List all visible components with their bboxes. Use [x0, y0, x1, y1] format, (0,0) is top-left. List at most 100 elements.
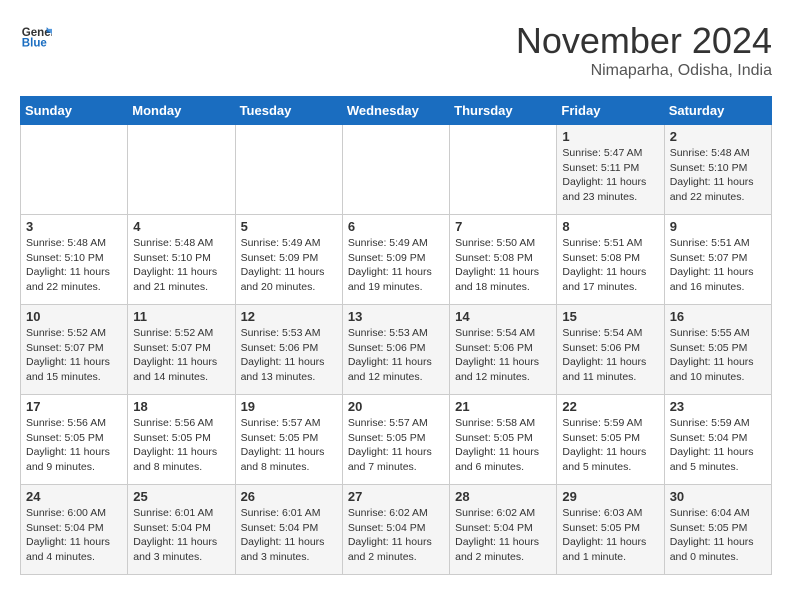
cell-sunrise-info: Sunrise: 5:52 AM Sunset: 5:07 PM Dayligh…: [26, 326, 122, 385]
cell-sunrise-info: Sunrise: 5:51 AM Sunset: 5:07 PM Dayligh…: [670, 236, 766, 295]
calendar-week-row: 1 Sunrise: 5:47 AM Sunset: 5:11 PM Daylig…: [21, 125, 772, 215]
month-title: November 2024: [516, 20, 772, 62]
weekday-row: SundayMondayTuesdayWednesdayThursdayFrid…: [21, 97, 772, 125]
calendar-week-row: 17 Sunrise: 5:56 AM Sunset: 5:05 PM Dayli…: [21, 395, 772, 485]
day-number: 24: [26, 489, 122, 504]
calendar-cell: 26 Sunrise: 6:01 AM Sunset: 5:04 PM Dayli…: [235, 485, 342, 575]
calendar-cell: 14 Sunrise: 5:54 AM Sunset: 5:06 PM Dayli…: [450, 305, 557, 395]
day-number: 2: [670, 129, 766, 144]
weekday-header: Tuesday: [235, 97, 342, 125]
page-header: General Blue November 2024 Nimaparha, Od…: [20, 20, 772, 80]
weekday-header: Thursday: [450, 97, 557, 125]
calendar-cell: 24 Sunrise: 6:00 AM Sunset: 5:04 PM Dayli…: [21, 485, 128, 575]
cell-sunrise-info: Sunrise: 5:56 AM Sunset: 5:05 PM Dayligh…: [26, 416, 122, 475]
calendar-cell: 9 Sunrise: 5:51 AM Sunset: 5:07 PM Daylig…: [664, 215, 771, 305]
title-block: November 2024 Nimaparha, Odisha, India: [516, 20, 772, 80]
calendar-cell: 16Sunrise: 5:55 AM Sunset: 5:05 PM Dayli…: [664, 305, 771, 395]
calendar-week-row: 24 Sunrise: 6:00 AM Sunset: 5:04 PM Dayli…: [21, 485, 772, 575]
day-number: 7: [455, 219, 551, 234]
cell-sunrise-info: Sunrise: 5:51 AM Sunset: 5:08 PM Dayligh…: [562, 236, 658, 295]
calendar-cell: 21 Sunrise: 5:58 AM Sunset: 5:05 PM Dayli…: [450, 395, 557, 485]
day-number: 28: [455, 489, 551, 504]
day-number: 6: [348, 219, 444, 234]
calendar-cell: 7 Sunrise: 5:50 AM Sunset: 5:08 PM Daylig…: [450, 215, 557, 305]
calendar-cell: 29Sunrise: 6:03 AM Sunset: 5:05 PM Dayli…: [557, 485, 664, 575]
day-number: 8: [562, 219, 658, 234]
calendar-cell: [21, 125, 128, 215]
day-number: 4: [133, 219, 229, 234]
cell-sunrise-info: Sunrise: 5:53 AM Sunset: 5:06 PM Dayligh…: [241, 326, 337, 385]
cell-sunrise-info: Sunrise: 5:52 AM Sunset: 5:07 PM Dayligh…: [133, 326, 229, 385]
cell-sunrise-info: Sunrise: 6:02 AM Sunset: 5:04 PM Dayligh…: [455, 506, 551, 565]
cell-sunrise-info: Sunrise: 5:49 AM Sunset: 5:09 PM Dayligh…: [348, 236, 444, 295]
svg-text:Blue: Blue: [22, 38, 48, 50]
location: Nimaparha, Odisha, India: [516, 62, 772, 80]
cell-sunrise-info: Sunrise: 6:04 AM Sunset: 5:05 PM Dayligh…: [670, 506, 766, 565]
calendar-cell: 22Sunrise: 5:59 AM Sunset: 5:05 PM Dayli…: [557, 395, 664, 485]
day-number: 17: [26, 399, 122, 414]
weekday-header: Friday: [557, 97, 664, 125]
weekday-header: Sunday: [21, 97, 128, 125]
calendar-cell: 12Sunrise: 5:53 AM Sunset: 5:06 PM Dayli…: [235, 305, 342, 395]
calendar-cell: 13 Sunrise: 5:53 AM Sunset: 5:06 PM Dayli…: [342, 305, 449, 395]
weekday-header: Saturday: [664, 97, 771, 125]
day-number: 25: [133, 489, 229, 504]
day-number: 26: [241, 489, 337, 504]
cell-sunrise-info: Sunrise: 5:54 AM Sunset: 5:06 PM Dayligh…: [562, 326, 658, 385]
cell-sunrise-info: Sunrise: 5:59 AM Sunset: 5:04 PM Dayligh…: [670, 416, 766, 475]
calendar-cell: 27 Sunrise: 6:02 AM Sunset: 5:04 PM Dayli…: [342, 485, 449, 575]
day-number: 3: [26, 219, 122, 234]
cell-sunrise-info: Sunrise: 5:48 AM Sunset: 5:10 PM Dayligh…: [670, 146, 766, 205]
calendar-cell: 11Sunrise: 5:52 AM Sunset: 5:07 PM Dayli…: [128, 305, 235, 395]
calendar-cell: [450, 125, 557, 215]
logo: General Blue: [20, 20, 52, 52]
calendar-header: SundayMondayTuesdayWednesdayThursdayFrid…: [21, 97, 772, 125]
calendar-cell: 30 Sunrise: 6:04 AM Sunset: 5:05 PM Dayli…: [664, 485, 771, 575]
day-number: 20: [348, 399, 444, 414]
day-number: 29: [562, 489, 658, 504]
cell-sunrise-info: Sunrise: 5:58 AM Sunset: 5:05 PM Dayligh…: [455, 416, 551, 475]
cell-sunrise-info: Sunrise: 6:02 AM Sunset: 5:04 PM Dayligh…: [348, 506, 444, 565]
cell-sunrise-info: Sunrise: 5:57 AM Sunset: 5:05 PM Dayligh…: [348, 416, 444, 475]
cell-sunrise-info: Sunrise: 5:55 AM Sunset: 5:05 PM Dayligh…: [670, 326, 766, 385]
calendar-cell: 17 Sunrise: 5:56 AM Sunset: 5:05 PM Dayli…: [21, 395, 128, 485]
day-number: 30: [670, 489, 766, 504]
calendar-cell: 2 Sunrise: 5:48 AM Sunset: 5:10 PM Daylig…: [664, 125, 771, 215]
cell-sunrise-info: Sunrise: 6:00 AM Sunset: 5:04 PM Dayligh…: [26, 506, 122, 565]
day-number: 18: [133, 399, 229, 414]
cell-sunrise-info: Sunrise: 5:54 AM Sunset: 5:06 PM Dayligh…: [455, 326, 551, 385]
cell-sunrise-info: Sunrise: 6:01 AM Sunset: 5:04 PM Dayligh…: [133, 506, 229, 565]
cell-sunrise-info: Sunrise: 5:50 AM Sunset: 5:08 PM Dayligh…: [455, 236, 551, 295]
calendar-cell: 18Sunrise: 5:56 AM Sunset: 5:05 PM Dayli…: [128, 395, 235, 485]
weekday-header: Monday: [128, 97, 235, 125]
day-number: 13: [348, 309, 444, 324]
calendar-cell: 4 Sunrise: 5:48 AM Sunset: 5:10 PM Daylig…: [128, 215, 235, 305]
day-number: 5: [241, 219, 337, 234]
cell-sunrise-info: Sunrise: 5:48 AM Sunset: 5:10 PM Dayligh…: [133, 236, 229, 295]
calendar-cell: 5 Sunrise: 5:49 AM Sunset: 5:09 PM Daylig…: [235, 215, 342, 305]
calendar-cell: 15Sunrise: 5:54 AM Sunset: 5:06 PM Dayli…: [557, 305, 664, 395]
day-number: 23: [670, 399, 766, 414]
day-number: 14: [455, 309, 551, 324]
logo-icon: General Blue: [20, 20, 52, 52]
cell-sunrise-info: Sunrise: 5:48 AM Sunset: 5:10 PM Dayligh…: [26, 236, 122, 295]
calendar-body: 1 Sunrise: 5:47 AM Sunset: 5:11 PM Daylig…: [21, 125, 772, 575]
cell-sunrise-info: Sunrise: 6:01 AM Sunset: 5:04 PM Dayligh…: [241, 506, 337, 565]
day-number: 27: [348, 489, 444, 504]
calendar-week-row: 3 Sunrise: 5:48 AM Sunset: 5:10 PM Daylig…: [21, 215, 772, 305]
day-number: 22: [562, 399, 658, 414]
calendar-cell: 20 Sunrise: 5:57 AM Sunset: 5:05 PM Dayli…: [342, 395, 449, 485]
calendar-cell: [128, 125, 235, 215]
day-number: 1: [562, 129, 658, 144]
calendar-cell: 3 Sunrise: 5:48 AM Sunset: 5:10 PM Daylig…: [21, 215, 128, 305]
calendar-cell: 28 Sunrise: 6:02 AM Sunset: 5:04 PM Dayli…: [450, 485, 557, 575]
cell-sunrise-info: Sunrise: 5:57 AM Sunset: 5:05 PM Dayligh…: [241, 416, 337, 475]
day-number: 19: [241, 399, 337, 414]
calendar-cell: 25 Sunrise: 6:01 AM Sunset: 5:04 PM Dayli…: [128, 485, 235, 575]
cell-sunrise-info: Sunrise: 5:49 AM Sunset: 5:09 PM Dayligh…: [241, 236, 337, 295]
cell-sunrise-info: Sunrise: 5:47 AM Sunset: 5:11 PM Dayligh…: [562, 146, 658, 205]
day-number: 9: [670, 219, 766, 234]
cell-sunrise-info: Sunrise: 5:53 AM Sunset: 5:06 PM Dayligh…: [348, 326, 444, 385]
day-number: 21: [455, 399, 551, 414]
calendar-cell: 1 Sunrise: 5:47 AM Sunset: 5:11 PM Daylig…: [557, 125, 664, 215]
